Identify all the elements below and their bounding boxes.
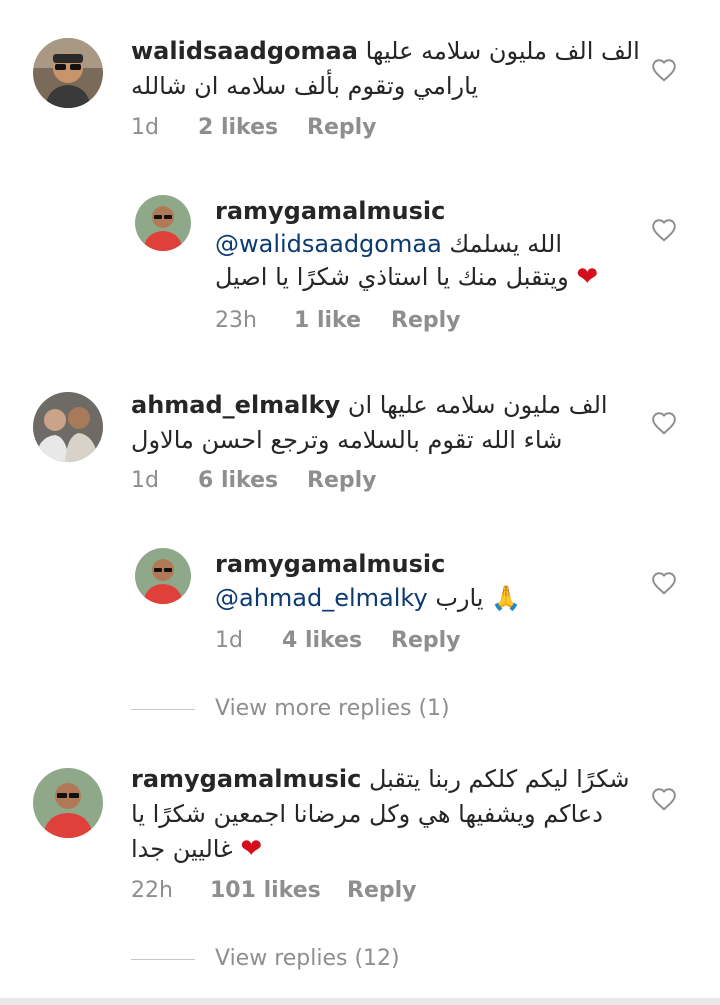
comment-text: يارب [435,584,484,612]
profile-photo-icon [135,195,191,251]
likes-count[interactable]: 6 likes [198,468,278,493]
avatar[interactable] [33,768,103,838]
red-heart-emoji: ❤ [240,834,263,864]
view-replies-button[interactable]: View replies (12) [131,946,400,971]
profile-photo-icon [135,548,191,604]
timestamp: 23h [215,308,257,333]
like-heart-icon[interactable] [651,218,677,242]
reply-button[interactable]: Reply [307,115,377,140]
comment-text: دعاكم ويشفيها هي وكل مرضانا اجمعين شكرًا… [131,800,603,828]
username[interactable]: ramygamalmusic [215,550,445,578]
avatar[interactable] [135,548,191,604]
comment-text: الف الف مليون سلامه عليها [365,37,640,65]
reply-button[interactable]: Reply [391,308,461,333]
view-more-replies-button[interactable]: View more replies (1) [131,696,450,721]
red-heart-emoji: ❤ [576,262,599,292]
divider-line [131,959,195,960]
username[interactable]: ahmad_elmalky [131,391,340,419]
avatar[interactable] [135,195,191,251]
timestamp: 1d [215,628,243,653]
mention-link[interactable]: @ahmad_elmalky [215,584,428,612]
profile-photo-icon [33,392,103,462]
divider-line [131,709,195,710]
view-more-replies-label: View more replies (1) [215,696,450,721]
view-replies-label: View replies (12) [215,946,400,971]
timestamp: 22h [131,878,173,903]
likes-count[interactable]: 4 likes [282,628,362,653]
username[interactable]: ramygamalmusic [215,197,445,225]
bottom-edge [0,998,720,1005]
like-heart-icon[interactable] [651,58,677,82]
avatar[interactable] [33,38,103,108]
praying-hands-emoji: 🙏 [491,584,522,612]
like-heart-icon[interactable] [651,411,677,435]
mention-link[interactable]: @walidsaadgomaa [215,230,442,258]
reply-button[interactable]: Reply [347,878,417,903]
like-heart-icon[interactable] [651,571,677,595]
likes-count[interactable]: 1 like [294,308,361,333]
like-heart-icon[interactable] [651,787,677,811]
comment-text: شاء الله تقوم بالسلامه وترجع احسن مالاول [131,426,563,454]
timestamp: 1d [131,468,159,493]
username[interactable]: ramygamalmusic [131,765,361,793]
avatar[interactable] [33,392,103,462]
comment-text: يارامي وتقوم بألف سلامه ان شالله [131,72,479,100]
comment-text: الله يسلمك [449,230,562,258]
comment-text: غاليين جدا [131,835,233,863]
profile-photo-icon [33,768,103,838]
username[interactable]: walidsaadgomaa [131,37,358,65]
comment-text: شكرًا ليكم كلكم ربنا يتقبل [368,765,630,793]
likes-count[interactable]: 2 likes [198,115,278,140]
profile-photo-icon [33,38,103,108]
comment-text: الف مليون سلامه عليها ان [347,391,608,419]
timestamp: 1d [131,115,159,140]
likes-count[interactable]: 101 likes [210,878,321,903]
reply-button[interactable]: Reply [307,468,377,493]
comment-text: ويتقبل منك يا استاذي شكرًا يا اصيل [215,263,569,291]
reply-button[interactable]: Reply [391,628,461,653]
